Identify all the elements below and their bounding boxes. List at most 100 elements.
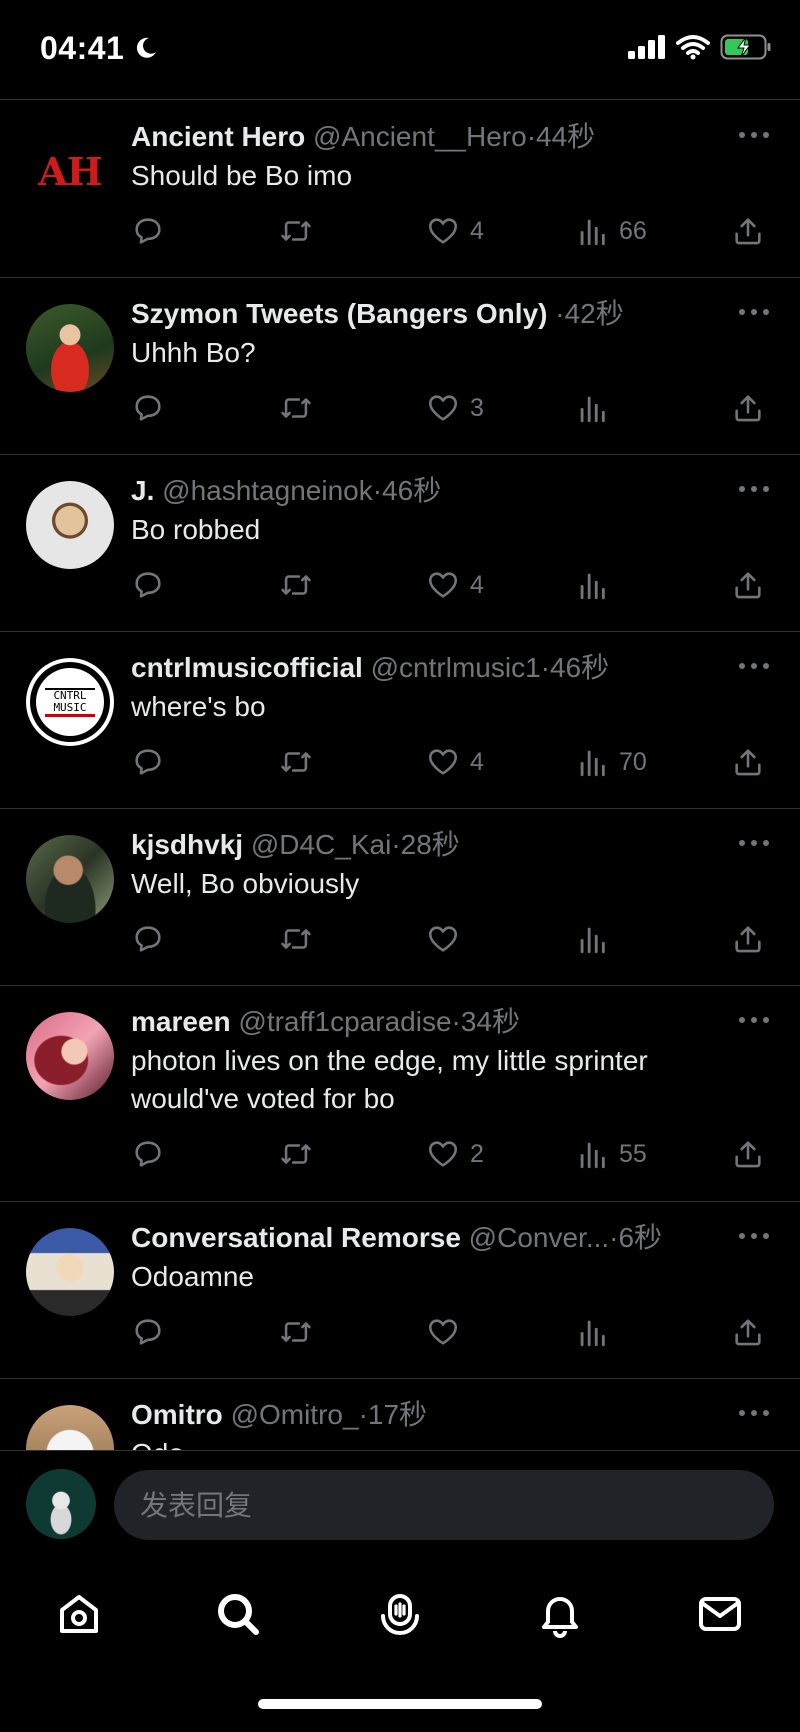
author-name[interactable]: Conversational Remorse — [131, 1222, 461, 1253]
reply-button[interactable] — [131, 211, 165, 251]
tweet-text: where's bo — [131, 691, 266, 722]
views-chart-icon — [580, 219, 605, 246]
author-name[interactable]: kjsdhvkj — [131, 829, 243, 860]
share-button[interactable] — [731, 1134, 765, 1174]
like-button[interactable]: 4 — [426, 742, 484, 782]
author-handle[interactable]: @Omitro_ — [231, 1399, 359, 1430]
nav-home[interactable] — [49, 1584, 109, 1644]
timestamp[interactable]: 44秒 — [536, 121, 595, 152]
retweet-button[interactable] — [279, 565, 313, 605]
my-avatar[interactable] — [26, 1469, 96, 1539]
views-button[interactable] — [575, 919, 619, 959]
reply-icon — [135, 572, 161, 598]
reply-button[interactable] — [131, 565, 165, 605]
heart-icon — [428, 218, 458, 244]
timestamp[interactable]: 42秒 — [565, 298, 624, 329]
reply-button[interactable] — [131, 1312, 165, 1352]
reply-button[interactable] — [131, 1134, 165, 1174]
views-button[interactable]: 70 — [575, 742, 647, 782]
more-options-icon[interactable] — [738, 837, 770, 849]
retweet-button[interactable] — [279, 742, 313, 782]
share-button[interactable] — [731, 565, 765, 605]
avatar[interactable] — [26, 1405, 114, 1450]
more-options-icon[interactable] — [738, 1014, 770, 1026]
share-button[interactable] — [731, 211, 765, 251]
share-button[interactable] — [731, 919, 765, 959]
tweet[interactable]: AH Ancient Hero @Ancient__Hero·44秒 Shoul… — [0, 101, 800, 278]
views-button[interactable]: 55 — [575, 1134, 647, 1174]
more-options-icon[interactable] — [738, 1407, 770, 1419]
timestamp[interactable]: 28秒 — [401, 829, 460, 860]
reply-button[interactable] — [131, 388, 165, 428]
retweet-button[interactable] — [279, 919, 313, 959]
author-handle[interactable]: @D4C_Kai — [251, 829, 391, 860]
share-button[interactable] — [731, 1312, 765, 1352]
avatar[interactable] — [26, 1012, 114, 1100]
like-button[interactable] — [426, 1312, 470, 1352]
timestamp[interactable]: 46秒 — [550, 652, 609, 683]
avatar[interactable] — [26, 481, 114, 569]
views-button[interactable] — [575, 565, 619, 605]
share-button[interactable] — [731, 742, 765, 782]
like-button[interactable]: 2 — [426, 1134, 484, 1174]
views-button[interactable] — [575, 1312, 619, 1352]
home-indicator[interactable] — [258, 1699, 542, 1709]
more-options-icon[interactable] — [738, 483, 770, 495]
tweet[interactable]: kjsdhvkj @D4C_Kai·28秒 Well, Bo obviously — [0, 809, 800, 986]
separator-dot: · — [451, 1006, 461, 1037]
author-name[interactable]: Szymon Tweets (Bangers Only) — [131, 298, 547, 329]
views-button[interactable] — [575, 388, 619, 428]
like-button[interactable] — [426, 919, 470, 959]
author-name[interactable]: J. — [131, 475, 154, 506]
nav-messages[interactable] — [690, 1584, 750, 1644]
more-options-icon[interactable] — [738, 1230, 770, 1242]
author-handle[interactable]: @Conver... — [469, 1222, 609, 1253]
more-options-icon[interactable] — [738, 306, 770, 318]
timestamp[interactable]: 46秒 — [382, 475, 441, 506]
avatar[interactable] — [26, 1228, 114, 1316]
like-button[interactable]: 3 — [426, 388, 484, 428]
reply-input[interactable] — [114, 1470, 774, 1540]
nav-explore[interactable] — [208, 1584, 268, 1644]
more-options-icon[interactable] — [738, 129, 770, 141]
retweet-button[interactable] — [279, 388, 313, 428]
nav-spaces[interactable] — [370, 1584, 430, 1644]
retweet-button[interactable] — [279, 1312, 313, 1352]
tweet[interactable]: Conversational Remorse @Conver...·6秒 Odo… — [0, 1202, 800, 1379]
avatar[interactable] — [26, 835, 114, 923]
tweet[interactable]: Szymon Tweets (Bangers Only) ·42秒 Uhhh B… — [0, 278, 800, 455]
author-name[interactable]: cntrlmusicofficial — [131, 652, 363, 683]
nav-notifications[interactable] — [530, 1584, 590, 1644]
author-handle[interactable]: @Ancient__Hero — [313, 121, 527, 152]
author-name[interactable]: Omitro — [131, 1399, 223, 1430]
tweet[interactable]: mareen @traff1cparadise·34秒 photon lives… — [0, 986, 800, 1202]
views-chart-icon — [580, 573, 605, 600]
reply-button[interactable] — [131, 919, 165, 959]
avatar-logo-text: CNTRL MUSIC — [45, 687, 95, 717]
avatar[interactable]: AH — [26, 127, 114, 215]
author-name[interactable]: mareen — [131, 1006, 231, 1037]
heart-icon — [428, 572, 458, 598]
tweet[interactable]: Omitro @Omitro_·17秒 Odo — [0, 1379, 800, 1450]
timestamp[interactable]: 34秒 — [461, 1006, 520, 1037]
share-button[interactable] — [731, 388, 765, 428]
views-button[interactable]: 66 — [575, 211, 647, 251]
like-button[interactable]: 4 — [426, 565, 484, 605]
like-button[interactable]: 4 — [426, 211, 484, 251]
timestamp[interactable]: 6秒 — [618, 1222, 662, 1253]
retweet-button[interactable] — [279, 211, 313, 251]
author-handle[interactable]: @traff1cparadise — [238, 1006, 451, 1037]
tweet[interactable]: CNTRL MUSIC cntrlmusicofficial @cntrlmus… — [0, 632, 800, 809]
timestamp[interactable]: 17秒 — [368, 1399, 427, 1430]
reply-button[interactable] — [131, 742, 165, 782]
tweet-text: Uhhh Bo? — [131, 337, 256, 368]
author-name[interactable]: Ancient Hero — [131, 121, 305, 152]
avatar[interactable] — [26, 304, 114, 392]
more-options-icon[interactable] — [738, 660, 770, 672]
author-handle[interactable]: @hashtagneinok — [162, 475, 373, 506]
reply-feed[interactable]: AH Ancient Hero @Ancient__Hero·44秒 Shoul… — [0, 101, 800, 1450]
retweet-button[interactable] — [279, 1134, 313, 1174]
avatar[interactable]: CNTRL MUSIC — [26, 658, 114, 746]
author-handle[interactable]: @cntrlmusic1 — [371, 652, 541, 683]
tweet[interactable]: J. @hashtagneinok·46秒 Bo robbed 4 — [0, 455, 800, 632]
